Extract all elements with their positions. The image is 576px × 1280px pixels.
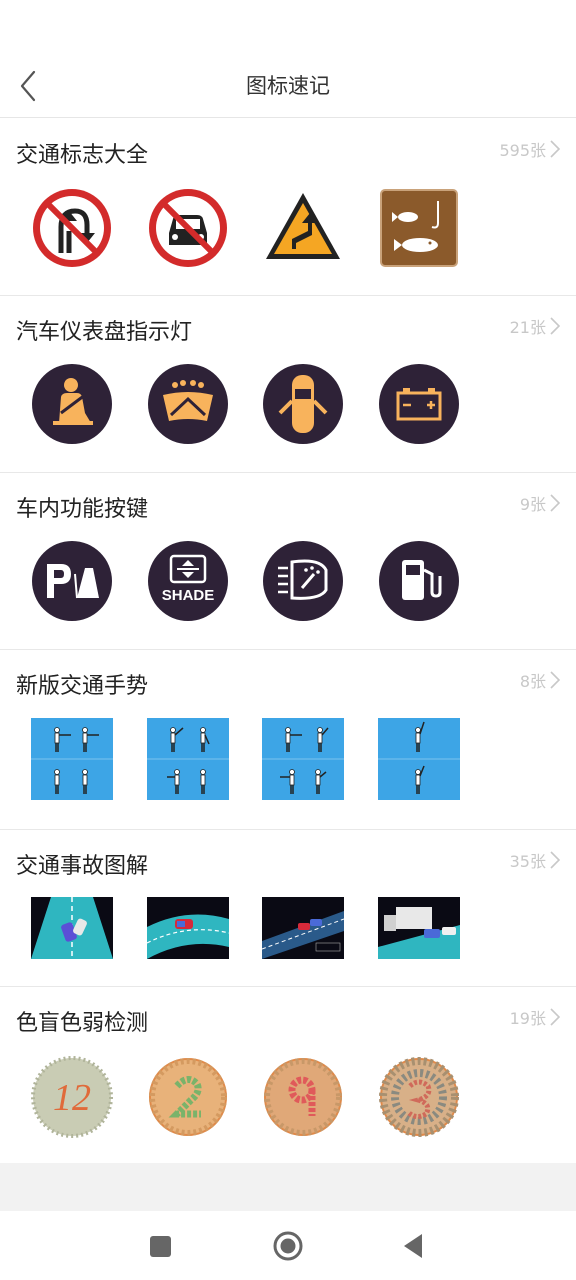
home-icon[interactable] — [271, 1229, 305, 1263]
gesture-slow-thumbnail[interactable] — [378, 718, 460, 800]
chevron-right-icon — [550, 1008, 561, 1026]
gesture-go-thumbnail[interactable] — [147, 718, 229, 800]
section-more-link[interactable]: 9张 — [520, 491, 562, 515]
winding-road-sign-icon[interactable] — [262, 187, 344, 269]
section-count: 9张 — [519, 495, 546, 514]
no-u-turn-sign-icon[interactable] — [31, 187, 113, 269]
shade-label: SHADE — [162, 587, 215, 604]
section-title: 汽车仪表盘指示灯 — [16, 320, 193, 345]
accident-thumbnail-4[interactable] — [378, 897, 460, 959]
gesture-stop-thumbnail[interactable] — [31, 718, 113, 800]
ishihara-plate-12[interactable]: 12 — [31, 1056, 113, 1138]
plate-number: 12 — [53, 1077, 91, 1119]
windshield-washer-icon[interactable] — [147, 363, 229, 445]
rear-wiper-icon[interactable] — [262, 540, 344, 622]
parking-sensor-icon[interactable] — [31, 540, 113, 622]
system-nav-bar — [0, 1211, 576, 1280]
fuel-door-icon[interactable] — [378, 540, 460, 622]
accident-thumbnail-2[interactable] — [147, 897, 229, 959]
ishihara-plate-3[interactable] — [262, 1056, 344, 1138]
section-traffic-signs[interactable]: 交通标志大全 595张 — [0, 119, 576, 296]
back-nav-icon[interactable] — [396, 1229, 430, 1263]
section-more-link[interactable]: 21张 — [510, 314, 562, 338]
section-count: 8张 — [519, 672, 546, 691]
section-colorblind-test[interactable]: 色盲色弱检测 19张 12 — [0, 987, 576, 1163]
seatbelt-warning-icon[interactable] — [31, 363, 113, 445]
section-title: 色盲色弱检测 — [16, 1011, 149, 1036]
accident-thumbnail-1[interactable] — [31, 897, 113, 959]
section-more-link[interactable]: 8张 — [520, 668, 562, 692]
section-more-link[interactable]: 595张 — [499, 137, 562, 161]
recent-apps-icon[interactable] — [144, 1229, 178, 1263]
battery-warning-icon[interactable] — [378, 363, 460, 445]
accident-thumbnail-3[interactable] — [262, 897, 344, 959]
section-more-link[interactable]: 19张 — [510, 1005, 562, 1029]
section-title: 交通事故图解 — [16, 854, 149, 879]
chevron-right-icon — [550, 494, 561, 512]
section-traffic-gestures[interactable]: 新版交通手势 8张 — [0, 650, 576, 830]
chevron-right-icon — [550, 671, 561, 689]
section-car-buttons[interactable]: 车内功能按键 9张 SHADE — [0, 473, 576, 650]
ishihara-plate-2[interactable] — [147, 1056, 229, 1138]
section-title: 车内功能按键 — [16, 497, 149, 522]
top-bar: 图标速记 — [0, 50, 576, 118]
chevron-right-icon — [550, 851, 561, 869]
gesture-turn-thumbnail[interactable] — [262, 718, 344, 800]
section-more-link[interactable]: 35张 — [510, 848, 562, 872]
page-title: 图标速记 — [246, 74, 330, 98]
section-count: 19张 — [509, 1009, 546, 1028]
section-count: 35张 — [509, 852, 546, 871]
no-motor-vehicle-sign-icon[interactable] — [147, 187, 229, 269]
fishing-area-sign-icon[interactable] — [378, 187, 460, 269]
chevron-right-icon — [550, 140, 561, 158]
shade-button-icon[interactable]: SHADE — [147, 540, 229, 622]
chevron-right-icon — [550, 317, 561, 335]
bottom-gray-spacer — [0, 1163, 576, 1211]
door-open-icon[interactable] — [262, 363, 344, 445]
section-title: 交通标志大全 — [16, 143, 149, 168]
section-count: 595张 — [499, 141, 546, 160]
ishihara-plate-4[interactable] — [378, 1056, 460, 1138]
section-dashboard-lights[interactable]: 汽车仪表盘指示灯 21张 — [0, 296, 576, 473]
section-title: 新版交通手势 — [16, 674, 149, 699]
section-accident-diagrams[interactable]: 交通事故图解 35张 — [0, 830, 576, 987]
section-count: 21张 — [509, 318, 546, 337]
